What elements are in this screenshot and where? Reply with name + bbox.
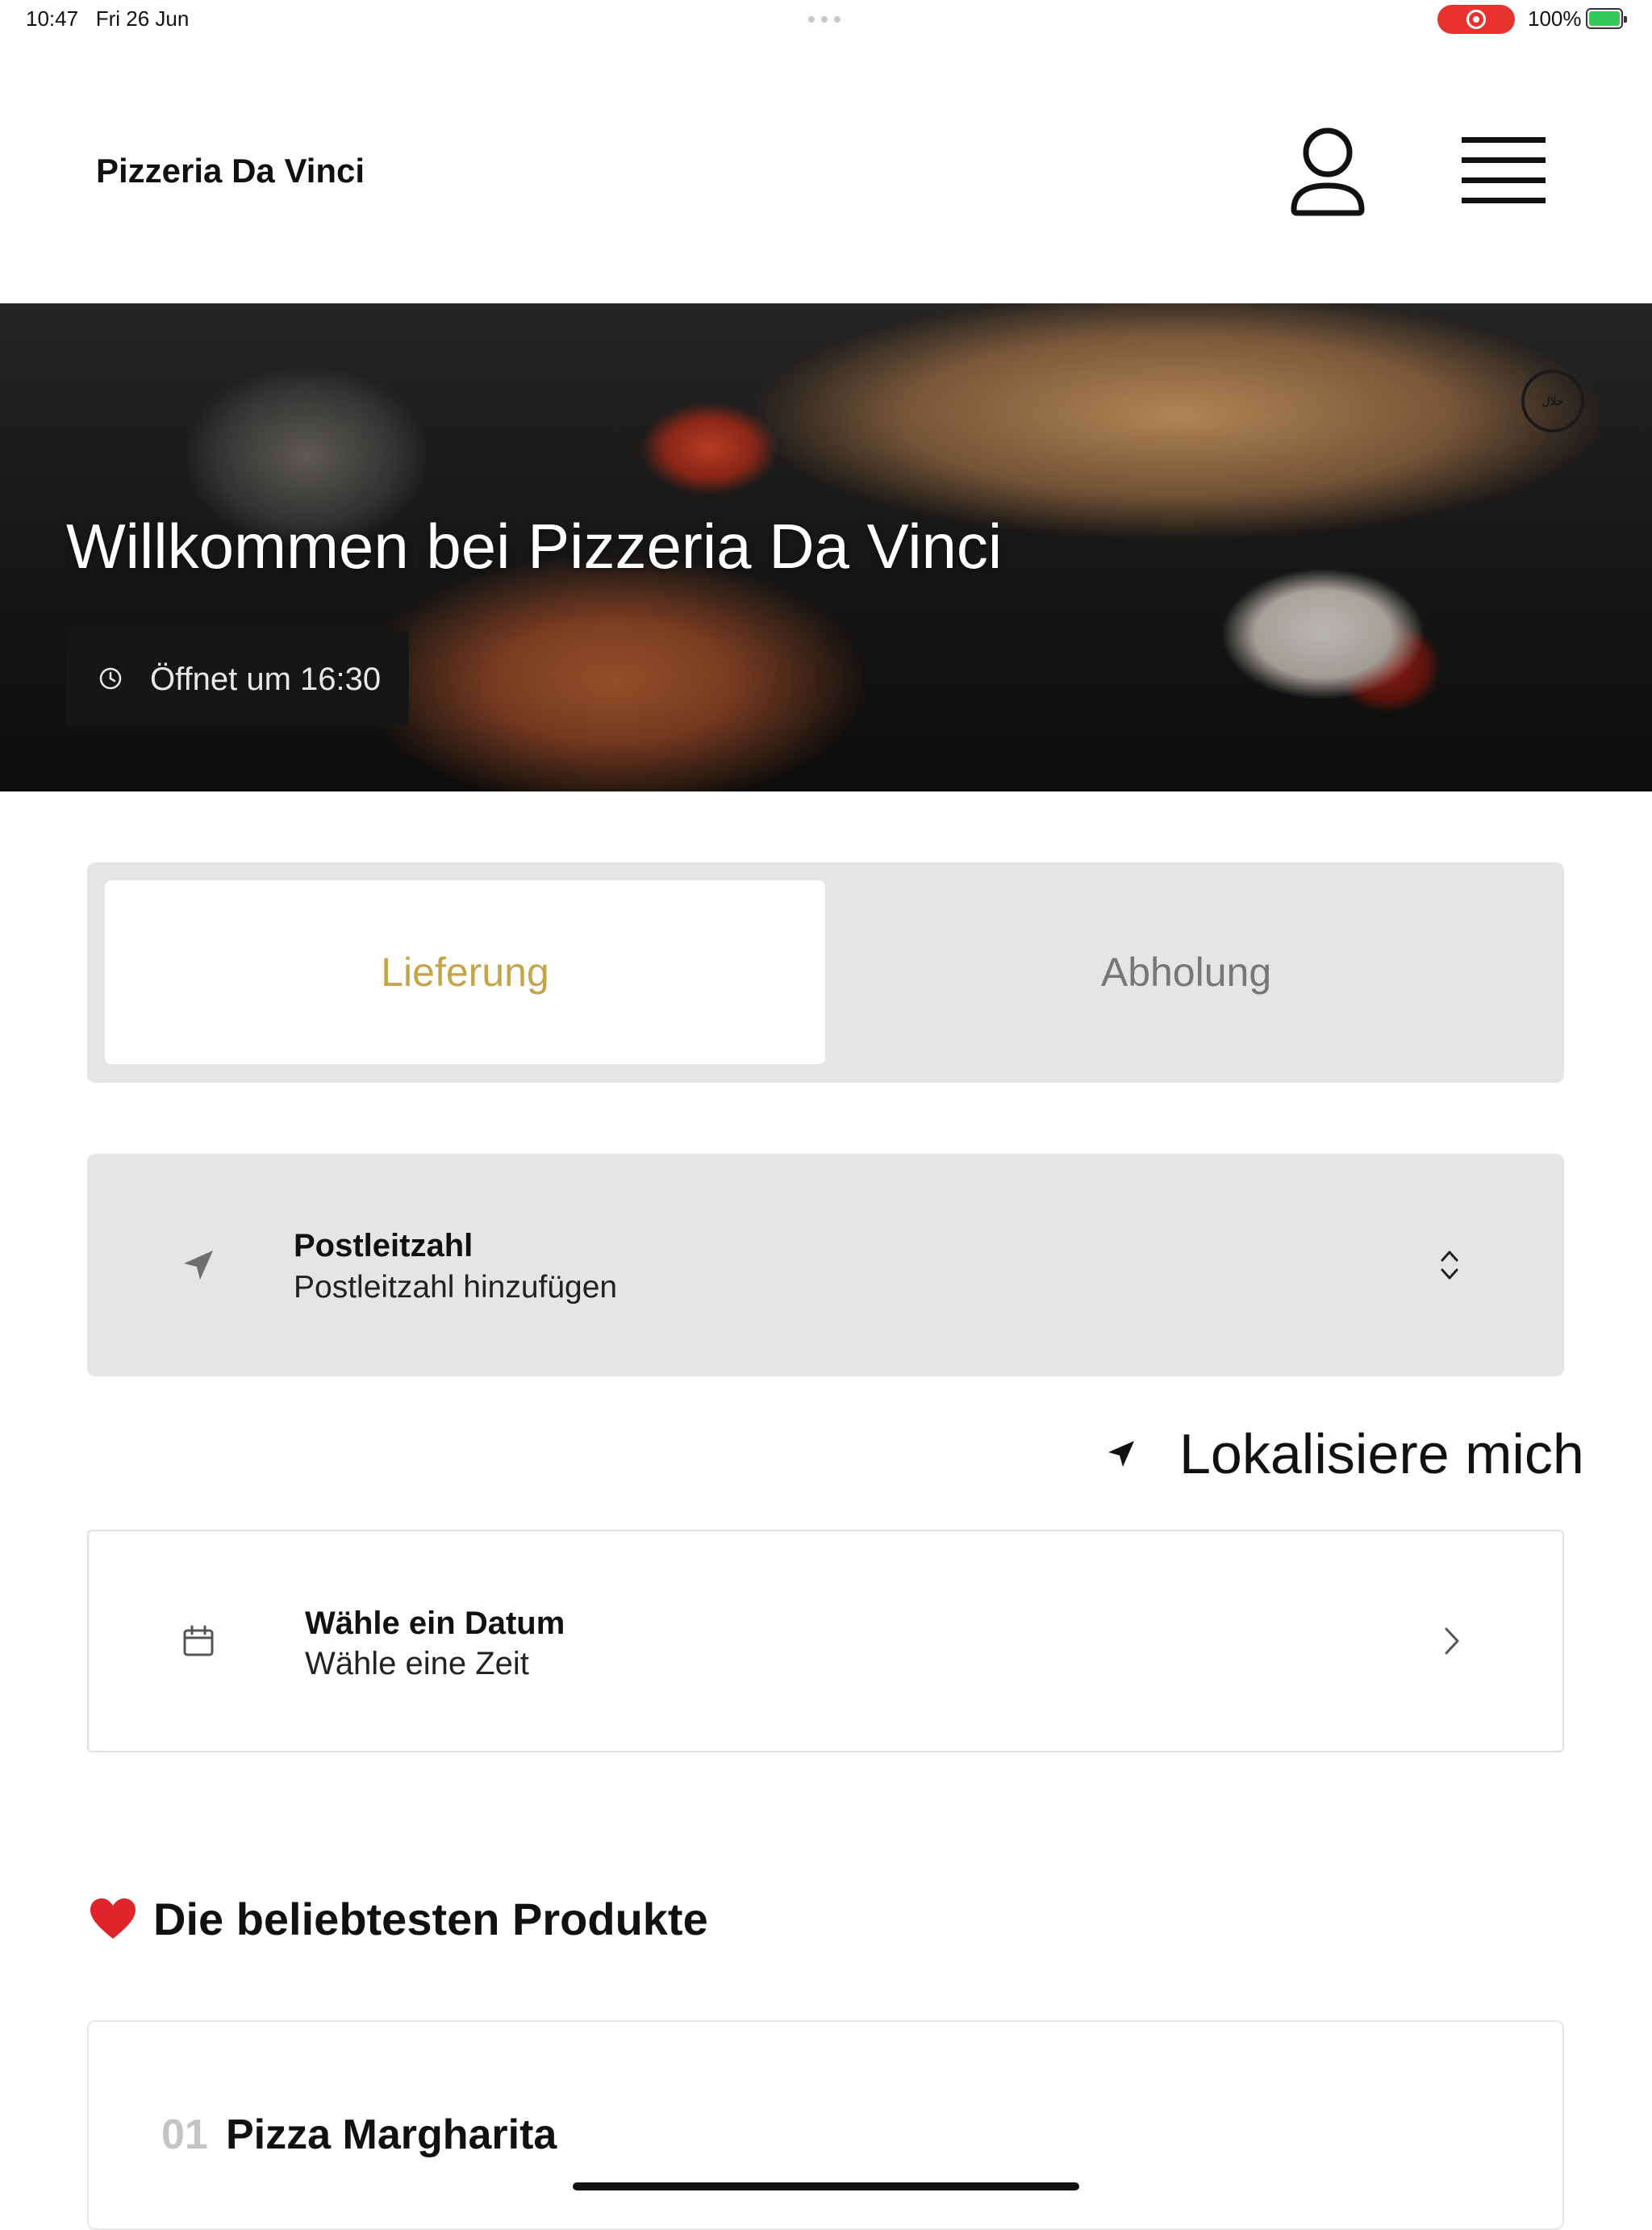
location-arrow-icon — [1108, 1441, 1134, 1467]
opening-hours-badge: Öffnet um 16:30 — [66, 631, 409, 726]
location-arrow-icon — [184, 1251, 213, 1280]
locate-me-label: Lokalisiere mich — [1179, 1422, 1584, 1485]
battery-icon — [1586, 8, 1627, 29]
screen-recording-indicator[interactable] — [1437, 5, 1515, 34]
order-mode-toggle: Lieferung Abholung — [87, 862, 1564, 1083]
postal-code-field[interactable]: Postleitzahl Postleitzahl hinzufügen — [87, 1154, 1564, 1376]
popular-products-title: Die beliebtesten Produkte — [153, 1894, 708, 1944]
postal-code-label: Postleitzahl — [294, 1228, 473, 1263]
brand-title[interactable]: Pizzeria Da Vinci — [96, 152, 365, 190]
menu-icon[interactable] — [1462, 134, 1546, 207]
halal-badge-icon: حلال — [1521, 370, 1584, 432]
tab-pickup[interactable]: Abholung — [826, 880, 1546, 1064]
clock-icon — [99, 667, 122, 690]
tab-delivery[interactable]: Lieferung — [105, 880, 825, 1064]
status-time: 10:47 — [26, 6, 79, 31]
record-icon — [1466, 10, 1486, 29]
popular-products-heading: Die beliebtesten Produkte — [89, 1893, 708, 1945]
product-name: Pizza Margharita — [226, 2111, 557, 2158]
status-bar-time: 10:47 Fri 26 Jun — [26, 6, 189, 31]
schedule-date-label: Wähle ein Datum — [305, 1606, 565, 1641]
schedule-picker[interactable]: Wähle ein Datum Wähle eine Zeit — [87, 1530, 1564, 1752]
status-date: Fri 26 Jun — [95, 6, 190, 31]
product-card[interactable]: 01 Pizza Margharita — [87, 2020, 1564, 2230]
postal-code-placeholder: Postleitzahl hinzufügen — [294, 1270, 618, 1305]
locate-me-button[interactable]: Lokalisiere mich — [1105, 1422, 1584, 1486]
battery-percent: 100% — [1528, 6, 1582, 31]
calendar-icon — [183, 1625, 214, 1656]
chevron-up-down-icon[interactable] — [1439, 1247, 1460, 1283]
heart-icon — [90, 1898, 136, 1939]
chevron-right-icon — [1445, 1627, 1459, 1655]
hero-title: Willkommen bei Pizzeria Da Vinci — [66, 511, 1003, 582]
multitasking-dots[interactable] — [808, 16, 844, 23]
home-indicator[interactable] — [573, 2182, 1079, 2190]
product-rank: 01 — [161, 2111, 208, 2158]
schedule-time-label: Wähle eine Zeit — [305, 1646, 529, 1681]
user-icon[interactable] — [1289, 126, 1366, 216]
opening-hours-text: Öffnet um 16:30 — [150, 662, 382, 697]
